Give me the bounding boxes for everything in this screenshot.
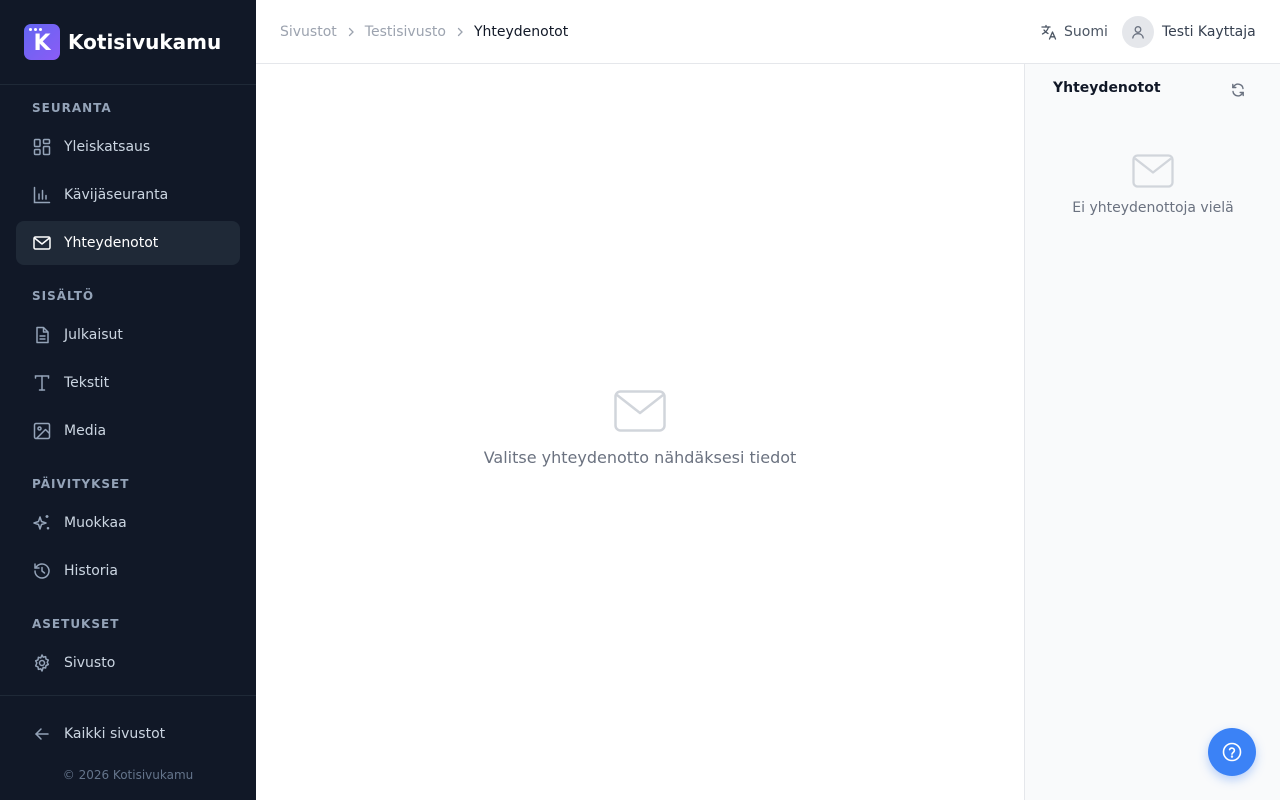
sidebar-item-visitors[interactable]: Kävijäseuranta: [16, 173, 240, 217]
user-name: Testi Kayttaja: [1162, 24, 1256, 40]
panel-empty-state: Ei yhteydenottoja vielä: [1025, 154, 1280, 216]
document-icon: [32, 325, 52, 345]
all-sites-label: Kaikki sivustot: [64, 726, 166, 742]
breadcrumb-sites[interactable]: Sivustot: [280, 24, 337, 40]
empty-state: Valitse yhteydenotto nähdäksesi tiedot: [256, 390, 1024, 467]
mail-icon: [32, 233, 52, 253]
text-icon: [32, 373, 52, 393]
mail-icon: [1025, 154, 1280, 188]
grid-icon: [32, 137, 52, 157]
breadcrumb-current: Yhteydenotot: [473, 24, 569, 40]
sidebar-item-label: Julkaisut: [64, 327, 123, 343]
sidebar-item-media[interactable]: Media: [16, 409, 240, 453]
topbar: Sivustot Testisivusto Yhteydenotot Suomi…: [256, 0, 1280, 64]
brand-logo: K: [24, 24, 60, 60]
breadcrumb-test-site[interactable]: Testisivusto: [365, 24, 446, 40]
sidebar-item-label: Tekstit: [64, 375, 110, 391]
refresh-button[interactable]: [1228, 80, 1248, 100]
sparkles-icon: [32, 513, 52, 533]
sidebar-item-label: Sivusto: [64, 655, 116, 671]
gear-icon: [32, 653, 52, 673]
user-menu[interactable]: Testi Kayttaja: [1122, 0, 1256, 64]
sidebar-divider: [0, 695, 256, 696]
history-icon: [32, 561, 52, 581]
sidebar-item-posts[interactable]: Julkaisut: [16, 313, 240, 357]
sidebar: K Kotisivukamu SEURANTA Yleiskatsaus Käv…: [0, 0, 256, 800]
sidebar-item-label: Yleiskatsaus: [64, 139, 151, 155]
breadcrumb: Sivustot Testisivusto Yhteydenotot: [280, 0, 568, 64]
all-sites-link[interactable]: Kaikki sivustot: [16, 712, 240, 756]
language-selector[interactable]: Suomi: [1040, 0, 1108, 64]
brand[interactable]: K Kotisivukamu: [0, 0, 256, 85]
sidebar-item-history[interactable]: Historia: [16, 549, 240, 593]
panel-empty-text: Ei yhteydenottoja vielä: [1072, 200, 1234, 216]
sidebar-item-site-settings[interactable]: Sivusto: [16, 641, 240, 685]
copyright: © 2026 Kotisivukamu: [62, 768, 194, 782]
language-label: Suomi: [1064, 24, 1108, 40]
main-content: Valitse yhteydenotto nähdäksesi tiedot: [256, 64, 1024, 800]
translate-icon: [1040, 23, 1058, 41]
chevron-right-icon: [454, 26, 466, 38]
empty-state-text: Valitse yhteydenotto nähdäksesi tiedot: [483, 448, 797, 467]
contacts-panel: Yhteydenotot Ei yhteydenottoja vielä: [1024, 64, 1280, 800]
sidebar-item-overview[interactable]: Yleiskatsaus: [16, 125, 240, 169]
chevron-right-icon: [345, 26, 357, 38]
sidebar-item-edit[interactable]: Muokkaa: [16, 501, 240, 545]
avatar: [1122, 16, 1154, 48]
help-icon: [1222, 742, 1242, 762]
sidebar-item-texts[interactable]: Tekstit: [16, 361, 240, 405]
sidebar-item-label: Kävijäseuranta: [64, 187, 169, 203]
panel-title: Yhteydenotot: [1053, 80, 1161, 96]
sidebar-item-label: Media: [64, 423, 107, 439]
section-title-asetukset: ASETUKSET: [32, 617, 120, 631]
bar-chart-icon: [32, 185, 52, 205]
refresh-icon: [1232, 83, 1244, 97]
sidebar-item-label: Historia: [64, 563, 118, 579]
section-title-seuranta: SEURANTA: [32, 101, 112, 115]
help-button[interactable]: [1208, 728, 1256, 776]
brand-name: Kotisivukamu: [68, 30, 222, 54]
sidebar-item-label: Muokkaa: [64, 515, 127, 531]
sidebar-item-label: Yhteydenotot: [64, 235, 159, 251]
arrow-left-icon: [32, 724, 52, 744]
brand-logo-letter: K: [33, 30, 51, 56]
sidebar-item-contacts[interactable]: Yhteydenotot: [16, 221, 240, 265]
mail-icon: [256, 390, 1024, 432]
image-icon: [32, 421, 52, 441]
section-title-sisalto: SISÄLTÖ: [32, 289, 95, 303]
section-title-paivitykset: PÄIVITYKSET: [32, 477, 130, 491]
